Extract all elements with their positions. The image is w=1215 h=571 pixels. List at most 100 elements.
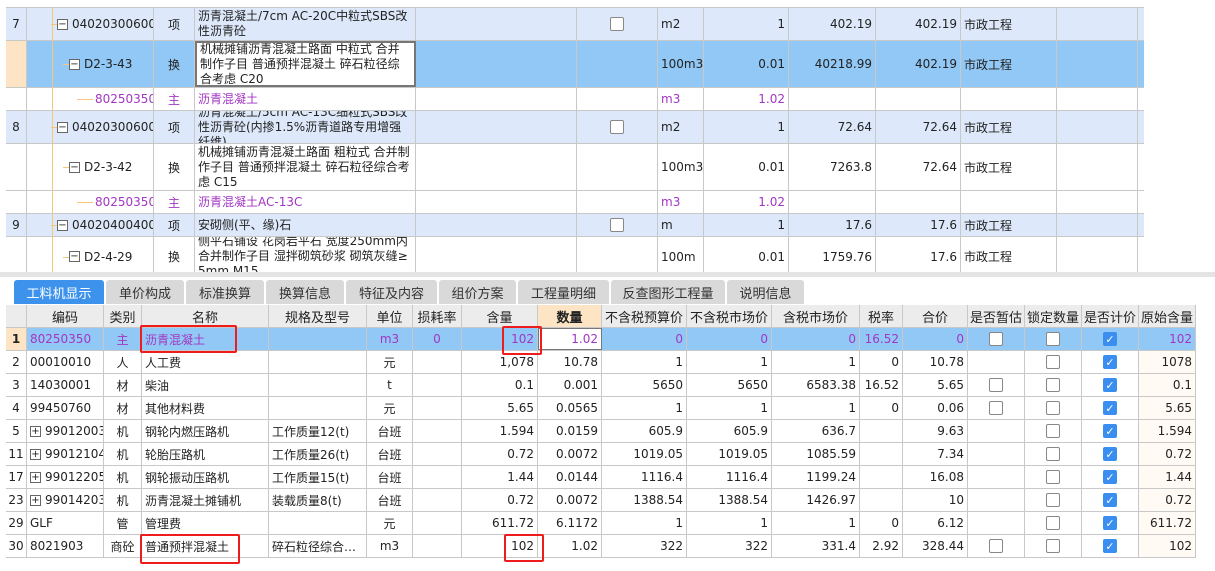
code-cell[interactable]: − D2-3-42 bbox=[27, 144, 154, 190]
checked-checkbox[interactable]: ✓ bbox=[1103, 447, 1117, 461]
checkbox[interactable] bbox=[989, 539, 1003, 553]
checkbox[interactable] bbox=[1046, 378, 1060, 392]
name-cell[interactable]: 机械摊铺沥青混凝土路面 粗粒式 合并制作子目 普通预拌混凝土 碎石粒径综合考虑 … bbox=[195, 144, 416, 190]
quantity-cell[interactable]: 0.0072 bbox=[538, 443, 602, 465]
collapse-icon[interactable]: − bbox=[69, 251, 80, 262]
quantity-cell[interactable]: 1.02 bbox=[538, 535, 602, 557]
code-cell[interactable]: − D2-4-29 bbox=[27, 237, 154, 276]
checkbox[interactable] bbox=[610, 120, 624, 134]
column-header[interactable]: 含税市场价 bbox=[772, 305, 860, 327]
checked-checkbox[interactable]: ✓ bbox=[1103, 401, 1117, 415]
column-header[interactable]: 含量 bbox=[462, 305, 538, 327]
checkbox[interactable] bbox=[610, 17, 624, 31]
tab-7[interactable]: 工程量明细 bbox=[518, 280, 609, 304]
table-row[interactable]: 9−040204004002项安砌侧(平、缘)石m117.617.6市政工程 bbox=[6, 214, 1144, 237]
name-cell[interactable]: 其他材料费 bbox=[142, 397, 269, 419]
table-row[interactable]: 29 GLF 管管理费元 611.72 6.1172 1 1 1 0 6.12 ✓ 611.72 bbox=[6, 512, 1196, 535]
column-header[interactable]: 名称 bbox=[142, 305, 269, 327]
column-header[interactable]: 原始含量 bbox=[1139, 305, 1196, 327]
code-cell[interactable]: − D2-3-43 bbox=[27, 41, 154, 87]
content-cell[interactable]: 1.594 bbox=[462, 420, 538, 442]
table-row[interactable]: 7−040203006002项沥青混凝土/7cm AC-20C中粒式SBS改性沥… bbox=[6, 8, 1144, 41]
table-row[interactable]: 11+990121040机轮胎压路机工作质量26(t)台班0.720.00721… bbox=[6, 443, 1196, 466]
name-cell[interactable]: 人工费 bbox=[142, 351, 269, 373]
name-cell[interactable]: 沥青混凝土 bbox=[195, 88, 416, 110]
quantity-cell[interactable]: 0.01 bbox=[704, 237, 789, 276]
name-cell[interactable]: 安砌侧(平、缘)石 bbox=[195, 214, 416, 236]
checkbox[interactable] bbox=[1046, 516, 1060, 530]
column-header[interactable]: 损耗率 bbox=[413, 305, 462, 327]
quantity-cell[interactable]: 1.02 bbox=[704, 88, 789, 110]
code-cell[interactable]: 80250350 bbox=[27, 88, 154, 110]
collapse-icon[interactable]: − bbox=[69, 161, 80, 173]
quantity-cell[interactable]: 6.1172 bbox=[538, 512, 602, 534]
column-header[interactable]: 不含税预算价 bbox=[602, 305, 687, 327]
checkbox[interactable] bbox=[1046, 424, 1060, 438]
table-row[interactable]: − D2-3-42 换机械摊铺沥青混凝土路面 粗粒式 合并制作子目 普通预拌混凝土 … bbox=[6, 144, 1144, 191]
content-cell[interactable]: 611.72 bbox=[462, 512, 538, 534]
checked-checkbox[interactable]: ✓ bbox=[1103, 424, 1117, 438]
collapse-icon[interactable]: − bbox=[69, 58, 80, 70]
tab-9[interactable]: 说明信息 bbox=[727, 280, 804, 304]
checkbox[interactable] bbox=[1046, 447, 1060, 461]
checkbox[interactable] bbox=[1046, 470, 1060, 484]
column-header[interactable]: 是否暂估 bbox=[968, 305, 1025, 327]
table-row[interactable]: 5+990120030机钢轮内燃压路机工作质量12(t)台班1.5940.015… bbox=[6, 420, 1196, 443]
tab-4[interactable]: 换算信息 bbox=[266, 280, 344, 304]
column-header[interactable]: 是否计价 bbox=[1082, 305, 1139, 327]
quantity-cell[interactable]: 0.01 bbox=[704, 144, 789, 190]
code-cell[interactable]: 80250350@2 bbox=[27, 191, 154, 213]
code-cell[interactable]: −040204004002 bbox=[27, 214, 154, 236]
expand-icon[interactable]: + bbox=[30, 448, 41, 460]
name-cell[interactable]: 钢轮振动压路机 bbox=[142, 466, 269, 488]
name-cell[interactable]: 柴油 bbox=[142, 374, 269, 396]
content-cell[interactable]: 0.1 bbox=[462, 374, 538, 396]
name-cell[interactable]: 沥青混凝土AC-13C bbox=[195, 191, 416, 213]
checked-checkbox[interactable]: ✓ bbox=[1103, 378, 1117, 392]
quantity-cell[interactable]: 0.001 bbox=[538, 374, 602, 396]
checked-checkbox[interactable]: ✓ bbox=[1103, 493, 1117, 507]
table-row[interactable]: 17+990122050机钢轮振动压路机工作质量15(t)台班1.440.014… bbox=[6, 466, 1196, 489]
splitter[interactable] bbox=[0, 272, 1215, 277]
column-header[interactable]: 不含税市场价 bbox=[687, 305, 772, 327]
content-cell[interactable]: 0.72 bbox=[462, 443, 538, 465]
quantity-cell[interactable]: 0.0144 bbox=[538, 466, 602, 488]
content-cell[interactable]: 1.44 bbox=[462, 466, 538, 488]
quantity-cell[interactable]: 0.0565 bbox=[538, 397, 602, 419]
checked-checkbox[interactable]: ✓ bbox=[1103, 516, 1117, 530]
quantity-cell[interactable]: 0.01 bbox=[704, 41, 789, 87]
column-header[interactable]: 数量 bbox=[538, 305, 602, 327]
table-row[interactable]: 80250350 主沥青混凝土 m3 1.02 bbox=[6, 88, 1144, 111]
table-row[interactable]: − D2-4-29 换侧平石铺设 花岗岩平石 宽度250mm内合并制作子目 湿拌砌筑… bbox=[6, 237, 1144, 277]
column-header[interactable]: 锁定数量 bbox=[1025, 305, 1082, 327]
expand-icon[interactable]: + bbox=[30, 425, 41, 437]
name-cell[interactable]: 机械摊铺沥青混凝土路面 中粒式 合并制作子目 普通预拌混凝土 碎石粒径综合考虑 … bbox=[195, 41, 416, 87]
column-header[interactable]: 类别 bbox=[104, 305, 142, 327]
name-cell[interactable]: 管理费 bbox=[142, 512, 269, 534]
collapse-icon[interactable]: − bbox=[57, 18, 68, 30]
name-cell[interactable]: 沥青混凝土/7cm AC-20C中粒式SBS改性沥青砼 bbox=[195, 8, 416, 40]
table-row[interactable]: 80250350@2主沥青混凝土AC-13C m31.02 bbox=[6, 191, 1144, 214]
code-cell[interactable]: −040203006002 bbox=[27, 8, 154, 40]
checkbox[interactable] bbox=[989, 378, 1003, 392]
name-cell[interactable]: 轮胎压路机 bbox=[142, 443, 269, 465]
table-row[interactable]: 23+990142030机沥青混凝土摊铺机装载质量8(t)台班0.720.007… bbox=[6, 489, 1196, 512]
column-header[interactable]: 编码 bbox=[27, 305, 104, 327]
checkbox[interactable] bbox=[610, 218, 624, 232]
tab-3[interactable]: 标准换算 bbox=[186, 280, 264, 304]
checked-checkbox[interactable]: ✓ bbox=[1103, 470, 1117, 484]
column-header[interactable]: 规格及型号 bbox=[269, 305, 367, 327]
table-row[interactable]: 8−040203006003项沥青混凝土/5cm AC-13C细粒式SBS改性沥… bbox=[6, 111, 1144, 144]
column-header[interactable]: 合价 bbox=[903, 305, 968, 327]
code-cell[interactable]: −040203006003 bbox=[27, 111, 154, 143]
checkbox[interactable] bbox=[989, 332, 1003, 346]
quantity-cell[interactable]: 0.0159 bbox=[538, 420, 602, 442]
table-row[interactable]: 4 99450760 材其他材料费元 5.65 0.0565 1 1 1 0 0.06 ✓ 5.65 bbox=[6, 397, 1196, 420]
tab-2[interactable]: 单价构成 bbox=[106, 280, 184, 304]
content-cell[interactable]: 0.72 bbox=[462, 489, 538, 511]
collapse-icon[interactable]: − bbox=[57, 219, 68, 231]
quantity-cell[interactable]: 1.02 bbox=[704, 191, 789, 213]
checkbox[interactable] bbox=[989, 401, 1003, 415]
checkbox[interactable] bbox=[1046, 493, 1060, 507]
checkbox[interactable] bbox=[1046, 355, 1060, 369]
